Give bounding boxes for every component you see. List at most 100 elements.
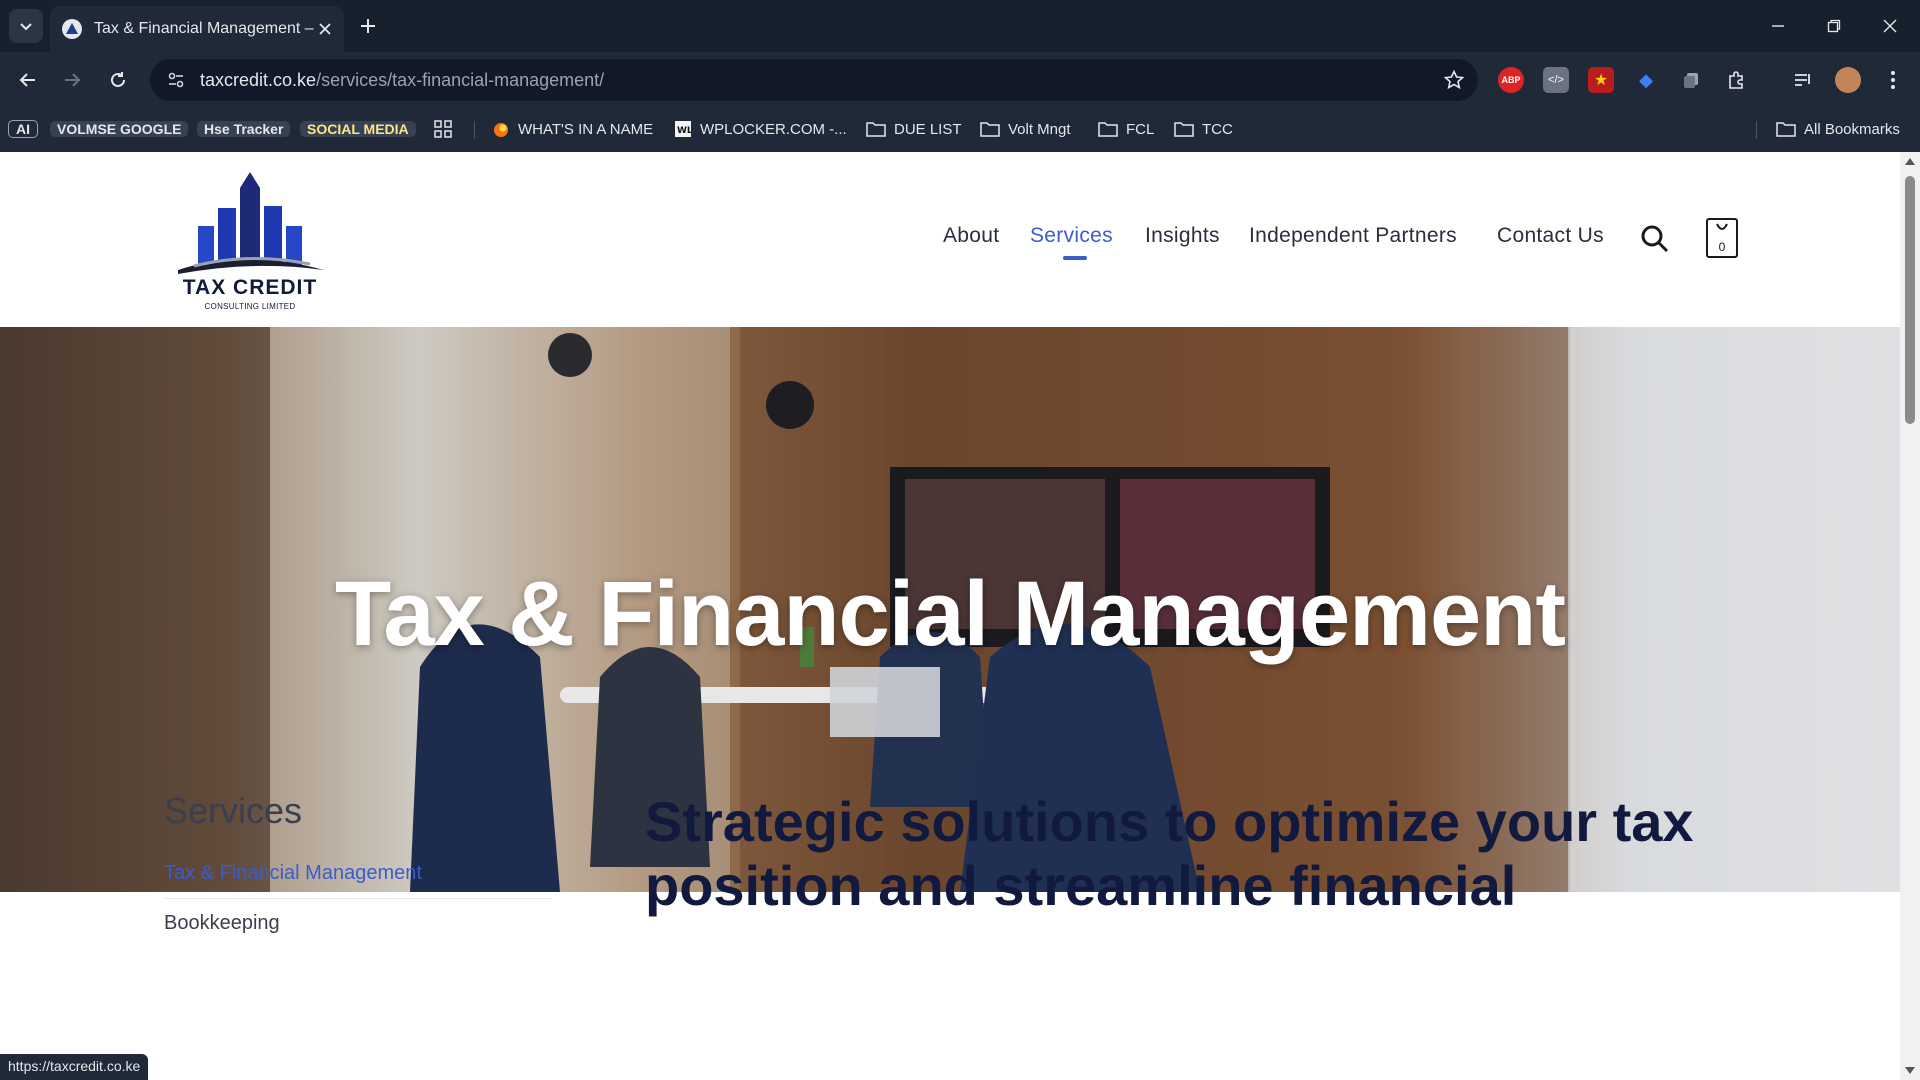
apps-grid-button[interactable] — [434, 115, 452, 143]
active-nav-indicator — [1063, 256, 1087, 260]
forward-button[interactable] — [56, 64, 88, 96]
scroll-thumb[interactable] — [1905, 176, 1915, 424]
bookmark-wplocker[interactable]: WL WPLOCKER.COM -... — [674, 115, 847, 143]
bookmark-label: AI — [8, 120, 38, 138]
bookmark-label: FCL — [1126, 120, 1155, 138]
url-host: taxcredit.co.ke — [200, 69, 317, 90]
hero-title: Tax & Financial Management — [335, 563, 1566, 665]
folder-icon — [1098, 121, 1118, 137]
bookmark-whats-in-a-name[interactable]: WHAT'S IN A NAME — [492, 115, 653, 143]
bookmark-label: VOLMSE GOOGLE — [50, 121, 189, 137]
bookmark-label: SOCIAL MEDIA — [300, 121, 416, 137]
url-path: /services/tax-financial-management/ — [316, 69, 605, 90]
arrow-right-icon — [65, 73, 81, 87]
bookmark-ai[interactable]: AI — [8, 115, 38, 143]
svg-text:WL: WL — [677, 126, 692, 136]
arrow-left-icon — [19, 73, 35, 87]
bookmark-label: Volt Mngt — [1008, 120, 1071, 138]
bookmark-folder-volt-mngt[interactable]: Volt Mngt — [980, 115, 1071, 143]
search-button[interactable] — [1640, 224, 1670, 254]
copy-extension-icon[interactable] — [1678, 67, 1704, 93]
browser-menu-icon[interactable] — [1880, 67, 1906, 93]
cart-count: 0 — [1718, 240, 1726, 254]
search-icon — [1641, 225, 1669, 253]
back-button[interactable] — [12, 64, 44, 96]
all-bookmarks-label: All Bookmarks — [1804, 120, 1900, 138]
restore-button[interactable] — [1814, 10, 1854, 42]
bookmark-label: TCC — [1202, 120, 1233, 138]
scroll-up-arrow[interactable] — [1905, 158, 1915, 165]
minimize-icon — [1772, 25, 1784, 27]
active-tab[interactable]: Tax & Financial Management – — [50, 6, 344, 52]
nav-independent-partners[interactable]: Independent Partners — [1249, 224, 1457, 248]
all-bookmarks-button[interactable]: All Bookmarks — [1776, 115, 1900, 143]
nav-about[interactable]: About — [943, 224, 999, 248]
nav-insights[interactable]: Insights — [1145, 224, 1220, 248]
fire-icon — [492, 120, 510, 138]
profile-avatar[interactable] — [1835, 67, 1861, 93]
code-extension-icon[interactable]: </> — [1543, 67, 1569, 93]
minimize-button[interactable] — [1758, 10, 1798, 42]
bookmark-social-media[interactable]: SOCIAL MEDIA — [300, 115, 416, 143]
reload-icon — [111, 72, 125, 87]
folder-icon — [866, 121, 886, 137]
site-favicon-icon — [62, 19, 82, 39]
tab-strip: Tax & Financial Management – — [0, 0, 1920, 52]
plus-icon — [361, 19, 375, 33]
tag-extension-icon[interactable]: ◆ — [1633, 67, 1659, 93]
browser-chrome: Tax & Financial Management – taxcredit.c… — [0, 0, 1920, 152]
restore-icon — [1827, 19, 1841, 33]
new-tab-button[interactable] — [354, 12, 382, 40]
bookmark-label: WHAT'S IN A NAME — [518, 120, 654, 138]
bookmark-separator — [1756, 121, 1757, 139]
bookmarks-bar: AI VOLMSE GOOGLE Hse Tracker SOCIAL MEDI… — [0, 108, 1920, 152]
wplocker-icon: WL — [674, 120, 692, 138]
adblock-extension-icon[interactable]: ABP — [1498, 67, 1524, 93]
sidebar-divider — [164, 898, 552, 899]
reload-button[interactable] — [102, 64, 134, 96]
folder-icon — [1174, 121, 1194, 137]
sidebar-title: Services — [164, 790, 303, 831]
tab-search-button[interactable] — [9, 9, 43, 43]
page-scrollbar[interactable] — [1900, 152, 1920, 1080]
tab-title: Tax & Financial Management – — [94, 20, 314, 37]
nav-services[interactable]: Services — [1030, 224, 1113, 248]
extensions-puzzle-icon[interactable] — [1723, 67, 1749, 93]
section-heading: Strategic solutions to optimize your tax… — [645, 790, 1694, 917]
bookmark-label: WPLOCKER.COM -... — [700, 120, 847, 138]
star-extension-icon[interactable]: ★ — [1588, 67, 1614, 93]
chevron-down-icon — [20, 23, 32, 31]
bookmark-volmse-google[interactable]: VOLMSE GOOGLE — [50, 115, 189, 143]
scroll-down-arrow[interactable] — [1905, 1067, 1915, 1074]
folder-icon — [1776, 121, 1796, 137]
logo-wordmark: TAX CREDIT — [182, 276, 318, 299]
apps-grid-icon — [434, 120, 452, 138]
close-window-button[interactable] — [1870, 10, 1910, 42]
bookmark-star-icon[interactable] — [1444, 70, 1464, 90]
close-icon — [1883, 19, 1897, 33]
status-bar-url: https://taxcredit.co.ke — [0, 1054, 149, 1080]
web-page: TAX CREDIT CONSULTING LIMITED About Serv… — [0, 152, 1900, 1080]
logo-tagline: CONSULTING LIMITED — [204, 302, 296, 311]
bookmark-label: Hse Tracker — [197, 121, 291, 137]
media-queue-icon[interactable] — [1790, 67, 1816, 93]
sidebar-link-bookkeeping[interactable]: Bookkeeping — [164, 912, 280, 935]
site-logo[interactable]: TAX CREDIT CONSULTING LIMITED — [174, 166, 326, 316]
bookmark-separator — [474, 121, 475, 139]
bookmark-folder-due-list[interactable]: DUE LIST — [866, 115, 962, 143]
cart-button[interactable]: 0 — [1706, 218, 1738, 258]
address-bar[interactable]: taxcredit.co.ke/services/tax-financial-m… — [150, 59, 1478, 101]
site-settings-icon[interactable] — [164, 68, 188, 92]
bag-handle-icon — [1716, 223, 1728, 230]
close-tab-icon[interactable] — [318, 22, 332, 36]
nav-contact-us[interactable]: Contact Us — [1497, 224, 1604, 248]
bookmark-folder-tcc[interactable]: TCC — [1174, 115, 1233, 143]
site-header: TAX CREDIT CONSULTING LIMITED About Serv… — [0, 152, 1900, 328]
sidebar-link-tax-financial-management[interactable]: Tax & Financial Management — [164, 862, 422, 885]
folder-icon — [980, 121, 1000, 137]
bookmark-label: DUE LIST — [894, 120, 962, 138]
url-text: taxcredit.co.ke/services/tax-financial-m… — [200, 70, 604, 91]
bookmark-folder-fcl[interactable]: FCL — [1098, 115, 1154, 143]
bookmark-hse-tracker[interactable]: Hse Tracker — [197, 115, 291, 143]
buildings-logo-icon — [178, 172, 324, 274]
